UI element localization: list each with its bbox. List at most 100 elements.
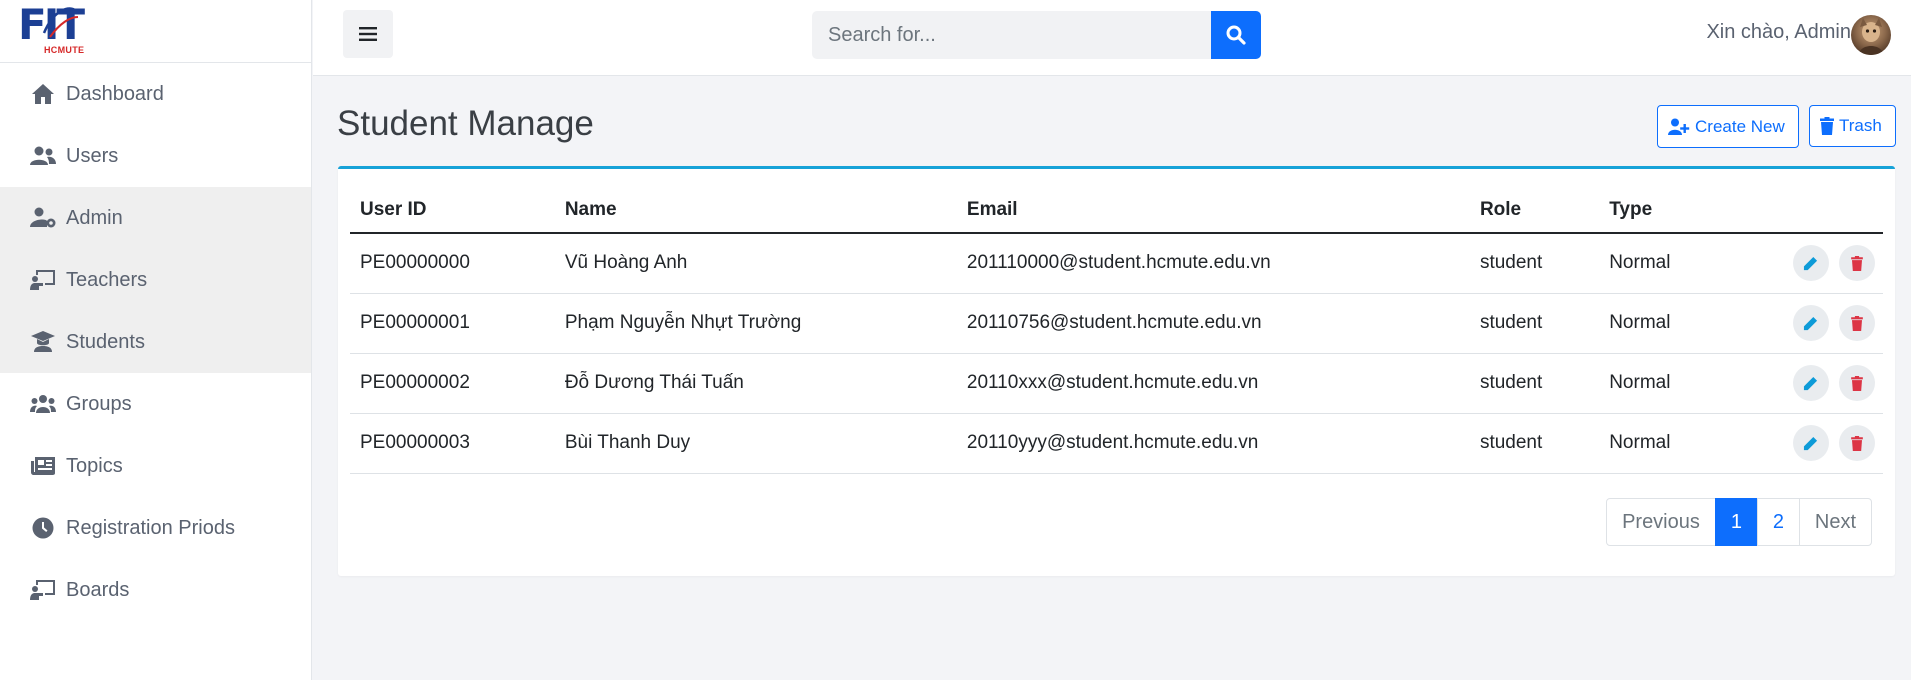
column-header-type: Type [1599,169,1778,234]
chalkboard-teacher-icon [30,268,56,292]
table-row: PE00000001 Phạm Nguyễn Nhựt Trường 20110… [350,293,1883,354]
delete-button[interactable] [1839,425,1875,461]
logo-subtext: HCMUTE [44,45,85,55]
logo[interactable]: FIT HCMUTE [0,0,311,63]
cell-role: student [1469,233,1600,294]
user-greeting[interactable]: Xin chào, Admin [1706,21,1851,44]
newspaper-icon [30,454,56,478]
cell-actions [1777,233,1883,294]
sidebar-item-boards[interactable]: Boards [0,559,311,621]
edit-button[interactable] [1792,305,1829,341]
sidebar-item-label: Admin [66,206,123,229]
cell-name: Bùi Thanh Duy [554,413,957,474]
avatar[interactable] [1851,15,1891,55]
sidebar-item-admin[interactable]: Admin [0,187,311,249]
pencil-icon [1804,436,1818,450]
sidebar: FIT HCMUTE Dashboard Users Admin Teacher… [0,0,312,680]
edit-button[interactable] [1792,425,1829,461]
cell-type: Normal [1599,353,1778,414]
pencil-icon [1804,376,1818,390]
create-new-label: Create New [1695,116,1785,136]
table-row: PE00000000 Vũ Hoàng Anh 201110000@studen… [350,233,1883,294]
cell-name: Đỗ Dương Thái Tuấn [554,353,957,414]
pagination-previous[interactable]: Previous [1606,498,1716,546]
cell-user-id: PE00000003 [350,413,555,474]
group-icon [30,392,56,416]
edit-button[interactable] [1792,365,1829,401]
delete-button[interactable] [1839,305,1875,341]
cell-email: 20110756@student.hcmute.edu.vn [956,293,1470,354]
cell-actions [1777,293,1883,354]
cell-user-id: PE00000002 [350,353,555,414]
logo-swoosh-icon [42,7,79,38]
cell-email: 201110000@student.hcmute.edu.vn [956,233,1470,294]
sidebar-item-groups[interactable]: Groups [0,373,311,435]
table-row: PE00000002 Đỗ Dương Thái Tuấn 20110xxx@s… [350,353,1883,414]
trash-icon [1851,255,1863,271]
cell-actions [1777,413,1883,474]
trash-label: Trash [1839,116,1882,135]
cell-email: 20110xxx@student.hcmute.edu.vn [956,353,1470,414]
pagination: Previous 1 2 Next [1606,498,1872,546]
cell-name: Vũ Hoàng Anh [554,233,957,294]
create-new-button[interactable]: Create New [1657,105,1799,148]
sidebar-item-label: Registration Priods [66,516,235,539]
avatar-image-icon [1859,18,1883,55]
sidebar-nav: Dashboard Users Admin Teachers Students … [0,63,311,621]
search-input[interactable] [812,11,1211,59]
sidebar-item-students[interactable]: Students [0,311,311,373]
sidebar-item-dashboard[interactable]: Dashboard [0,63,311,125]
table-header-row: User ID Name Email Role Type [350,169,1883,234]
sidebar-item-registration-periods[interactable]: Registration Priods [0,497,311,559]
edit-button[interactable] [1792,245,1829,282]
cell-user-id: PE00000001 [350,293,555,354]
pagination-page-1[interactable]: 1 [1714,498,1758,546]
sidebar-item-label: Students [66,330,145,353]
column-header-user-id: User ID [350,169,555,234]
students-card: User ID Name Email Role Type PE00000000 … [338,166,1895,576]
sidebar-item-teachers[interactable]: Teachers [0,249,311,311]
clock-icon [30,516,56,540]
pencil-icon [1804,256,1818,270]
delete-button[interactable] [1839,245,1875,282]
sidebar-item-label: Groups [66,392,132,415]
hamburger-icon [359,27,377,41]
graduate-icon [30,330,56,354]
sidebar-item-topics[interactable]: Topics [0,435,311,497]
chalkboard-teacher-icon [30,578,56,602]
column-header-name: Name [554,169,957,234]
delete-button[interactable] [1839,365,1875,401]
column-header-actions [1777,169,1883,234]
cell-role: student [1469,353,1600,414]
cell-type: Normal [1599,413,1778,474]
column-header-email: Email [956,169,1470,234]
home-icon [30,82,56,106]
pagination-next[interactable]: Next [1798,498,1872,546]
sidebar-item-label: Topics [66,454,123,477]
search-icon [1226,25,1246,45]
user-plus-icon [1668,118,1690,135]
cell-type: Normal [1599,293,1778,354]
trash-icon [1851,315,1863,331]
pagination-page-2[interactable]: 2 [1756,498,1800,546]
trash-button[interactable]: Trash [1809,105,1896,147]
users-icon [30,144,56,168]
menu-toggle-button[interactable] [343,10,393,58]
pencil-icon [1804,316,1818,330]
cell-actions [1777,353,1883,414]
cell-role: student [1469,293,1600,354]
table-row: PE00000003 Bùi Thanh Duy 20110yyy@studen… [350,413,1883,474]
topbar: Xin chào, Admin [313,0,1911,76]
cell-type: Normal [1599,233,1778,294]
trash-icon [1851,435,1863,451]
trash-icon [1851,375,1863,391]
trash-icon [1820,117,1834,135]
cell-email: 20110yyy@student.hcmute.edu.vn [956,413,1470,474]
students-table: User ID Name Email Role Type PE00000000 … [350,169,1883,474]
cell-role: student [1469,413,1600,474]
cell-name: Phạm Nguyễn Nhựt Trường [554,293,957,354]
sidebar-item-label: Users [66,144,119,167]
sidebar-item-users[interactable]: Users [0,125,311,187]
sidebar-item-label: Teachers [66,268,148,291]
search-button[interactable] [1211,11,1261,59]
